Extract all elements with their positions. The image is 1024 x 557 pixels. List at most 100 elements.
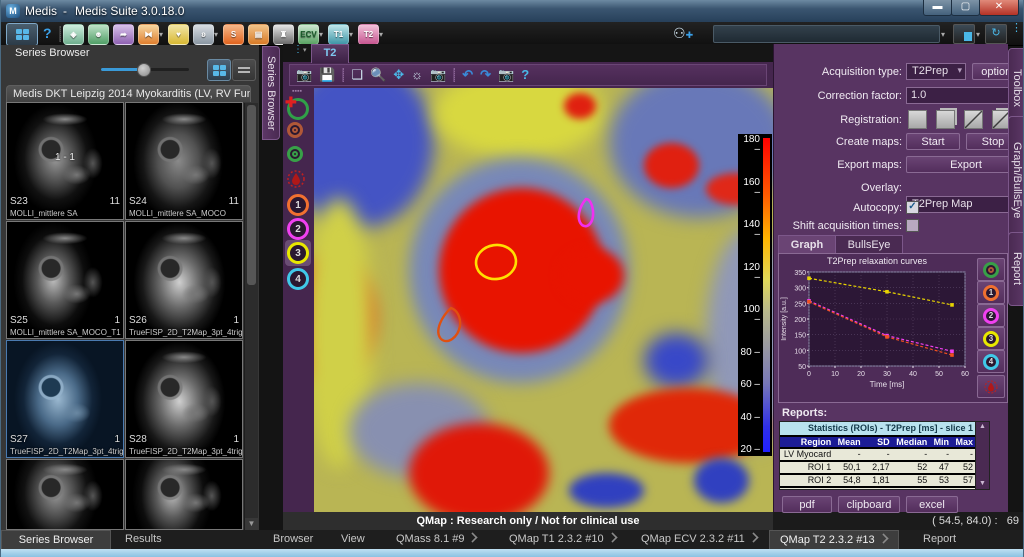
roi-3-button-selected[interactable]: 3 (285, 240, 311, 266)
thumbnail-s26[interactable]: S26 1 TrueFISP_2D_T2Map_3pt_4trig_pulse (125, 221, 243, 339)
ecv-dropdown-icon[interactable]: ▾ (319, 30, 323, 39)
app-launcher-capsule-icon[interactable]: ⧓ (138, 24, 159, 45)
app-launcher-medis-viewer-icon[interactable]: ◈ (63, 24, 84, 45)
viewer-tab-t2[interactable]: T2 (311, 44, 349, 63)
session-combobox[interactable] (713, 25, 940, 43)
camera-icon[interactable]: 📷 (430, 66, 446, 84)
series-browser-vertical-tab[interactable]: Series Browser (262, 46, 280, 140)
list-view-button[interactable] (232, 59, 256, 81)
snapshot-icon[interactable]: 📷 (498, 66, 514, 84)
chart-roi-2-button[interactable]: 2 (977, 304, 1005, 327)
chart-roi-3-button[interactable]: 3 (977, 327, 1005, 350)
app-launcher-joystick-icon[interactable]: ♜ (273, 24, 294, 45)
thumbnail-s24[interactable]: S24 11 MOLLI_mittlere SA_MOCO (125, 102, 243, 220)
viewer-help-icon[interactable]: ? (521, 66, 529, 84)
scroll-down-icon[interactable]: ▼ (245, 518, 258, 530)
help-button[interactable]: ? (43, 25, 52, 41)
shift-acquisition-checkbox[interactable] (906, 219, 919, 232)
thumbnail-partial-left[interactable] (6, 459, 124, 530)
layout-toggle-button[interactable] (6, 23, 38, 46)
graph-bullseye-vertical-tab[interactable]: Graph/BullsEye (1008, 116, 1024, 244)
roi-4-button[interactable]: 4 (287, 268, 309, 290)
scroll-up-icon[interactable]: ▲ (976, 422, 989, 432)
thumbnail-s27-selected[interactable]: S27 1 TrueFISP_2D_T2Map_3pt_4trig_pulse_… (6, 340, 124, 458)
redo-icon[interactable]: ↷ (480, 66, 491, 84)
thumbnail-partial-right[interactable] (125, 459, 243, 530)
qmap-ecv-tab[interactable]: QMap ECV 2.3.2 #11 (631, 530, 768, 549)
report-tab[interactable]: Report (913, 530, 966, 549)
thumbnail-scrollbar[interactable]: ▼ (244, 103, 258, 530)
app-launcher-qstrain-icon[interactable]: S (223, 24, 244, 45)
pdf-button[interactable]: pdf (782, 496, 832, 513)
thumbnail-s25[interactable]: S25 1 MOLLI_mittlere SA_MOCO_T1 (6, 221, 124, 339)
clipboard-button[interactable]: clipboard (838, 496, 900, 513)
study-header[interactable]: Medis DKT Leipzig 2014 Myokarditis (LV, … (6, 85, 251, 102)
app-launcher-qmass-icon[interactable]: ♥ (168, 24, 189, 45)
excel-button[interactable]: excel (906, 496, 958, 513)
app-launcher-patients-icon[interactable]: ☻ (88, 24, 109, 45)
layout-dropdown-icon[interactable]: ▾ (976, 30, 980, 39)
zoom-icon[interactable]: 🔍 (370, 66, 386, 84)
detach-icon[interactable] (468, 532, 478, 542)
user-session-icon[interactable]: ⚇✚ (673, 25, 693, 42)
chart-roi-epi-button[interactable] (977, 258, 1005, 281)
registration-none-button[interactable] (908, 110, 927, 129)
add-roi-button[interactable]: ✚ (287, 98, 309, 120)
grid-view-button[interactable] (207, 59, 231, 81)
close-button[interactable]: ✕ (979, 0, 1019, 16)
qmap-t2-tab-active[interactable]: QMap T2 2.3.2 #13 (769, 530, 899, 549)
reset-layout-button[interactable]: ↻ (985, 24, 1007, 44)
registration-rigid-button[interactable] (964, 110, 983, 129)
t2-map-image[interactable]: 180 –160 –140 –120 –100 –80 –60 –40 –20 … (314, 88, 773, 512)
roi-2-contour[interactable] (579, 199, 593, 226)
report-vertical-tab[interactable]: Report (1008, 232, 1024, 306)
series-browser-bottom-tab[interactable]: Series Browser (1, 530, 111, 549)
blood-pool-button[interactable] (287, 170, 305, 191)
open-snapshot-icon[interactable]: 📷 (296, 66, 312, 84)
capsule-dropdown-icon[interactable]: ▾ (159, 30, 163, 39)
overflow-menu-icon[interactable]: ⋮ (1011, 25, 1022, 31)
registration-stack-button[interactable] (936, 110, 955, 129)
minimize-button[interactable]: ▬ (923, 0, 952, 16)
viewer-menu-icon[interactable]: ⋮▾ (293, 47, 307, 53)
stat-row[interactable]: LV Myocard----- (780, 448, 976, 461)
undo-icon[interactable]: ↶ (462, 66, 473, 84)
window-level-icon[interactable]: ☼ (411, 66, 423, 84)
view-tab[interactable]: View (331, 530, 375, 549)
thumbnail-s28[interactable]: S28 1 TrueFISP_2D_T2Map_3pt_4trig_pulse_… (125, 340, 243, 458)
maximize-button[interactable]: ▢ (951, 0, 980, 16)
app-launcher-qmap-ecv-icon[interactable]: ECV (298, 24, 319, 45)
qmass-tab[interactable]: QMass 8.1 #9 (386, 530, 487, 549)
brain-dropdown-icon[interactable]: ▾ (214, 30, 218, 39)
correction-factor-input[interactable]: 1.0 (906, 87, 1024, 104)
detach-icon[interactable] (878, 533, 888, 543)
start-button[interactable]: Start (906, 133, 960, 150)
chart-roi-1-button[interactable]: 1 (977, 281, 1005, 304)
app-launcher-export-icon[interactable]: ➦ (113, 24, 134, 45)
chart-blood-pool-button[interactable] (977, 375, 1005, 398)
stat-row[interactable]: ROI 150,12,17524752 (780, 461, 976, 474)
save-icon[interactable]: 💾 (319, 66, 335, 84)
stat-row[interactable]: ROI 254,81,81555357 (780, 474, 976, 487)
t2-dropdown-icon[interactable]: ▾ (379, 30, 383, 39)
detach-icon[interactable] (748, 532, 758, 542)
browser-tab[interactable]: Browser (263, 530, 323, 549)
overlay-dropdown[interactable]: T2Prep Map (906, 196, 1024, 213)
scroll-down-icon[interactable]: ▼ (976, 479, 989, 489)
pan-icon[interactable]: ✥ (393, 66, 404, 84)
session-dropdown-icon[interactable]: ▾ (941, 30, 945, 39)
roi-1-contour[interactable] (438, 308, 460, 341)
bullseye-tab[interactable]: BullsEye (835, 235, 903, 254)
app-launcher-folder-icon[interactable]: ▤ (248, 24, 269, 45)
layout-window-button[interactable] (953, 24, 975, 44)
roi-epi-button[interactable] (287, 146, 303, 162)
t1-dropdown-icon[interactable]: ▾ (349, 30, 353, 39)
app-launcher-qmap-t2-icon[interactable]: T2 (358, 24, 379, 45)
slider-thumb[interactable] (137, 63, 151, 77)
stat-row[interactable]: ROI 3194,912,20192171210 (780, 487, 976, 490)
detach-icon[interactable] (607, 532, 617, 542)
roi-3-contour[interactable] (474, 242, 518, 281)
acquisition-type-dropdown[interactable]: T2Prep (906, 63, 966, 80)
results-bottom-tab[interactable]: Results (115, 530, 172, 549)
qmap-t1-tab[interactable]: QMap T1 2.3.2 #10 (499, 530, 627, 549)
